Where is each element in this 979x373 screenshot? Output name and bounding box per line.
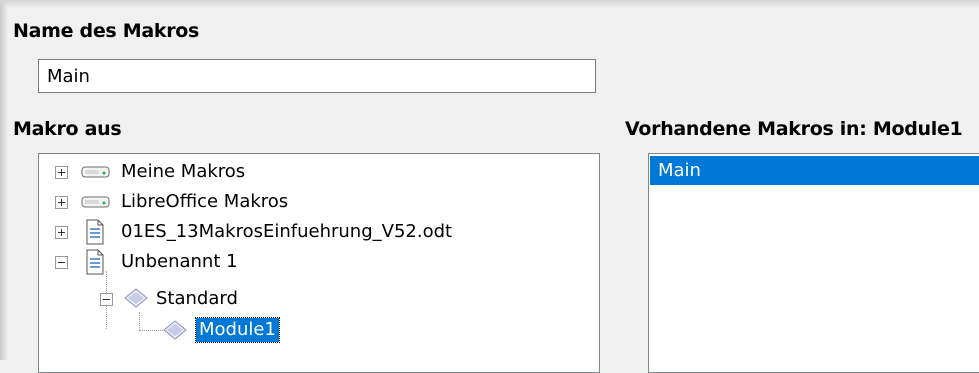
collapse-icon[interactable]	[100, 293, 113, 306]
tree-item-unbenannt-1[interactable]: Unbenannt 1	[39, 247, 599, 277]
tree-item-libreoffice-makros[interactable]: LibreOffice Makros	[39, 187, 599, 217]
tree-item-label: Standard	[156, 288, 238, 309]
window-shadow-left	[0, 0, 8, 360]
expand-icon[interactable]	[55, 226, 68, 239]
existing-macros-heading: Vorhandene Makros in: Module1	[625, 118, 963, 140]
document-icon	[85, 249, 105, 275]
drive-icon	[81, 194, 111, 210]
macro-list-item-main[interactable]: Main	[650, 156, 979, 185]
macro-name-input[interactable]	[38, 59, 596, 93]
tree-item-label: Unbenannt 1	[121, 251, 238, 272]
expand-icon[interactable]	[55, 196, 68, 209]
tree-item-label: LibreOffice Makros	[121, 191, 289, 212]
macro-library-tree[interactable]: Meine Makros LibreOffice Makros 01ES_13M…	[38, 153, 600, 373]
tree-item-label: Module1	[195, 317, 280, 343]
tree-item-meine-makros[interactable]: Meine Makros	[39, 157, 599, 187]
drive-icon	[81, 164, 111, 180]
library-icon	[123, 287, 149, 309]
collapse-icon[interactable]	[55, 256, 68, 269]
tree-item-label: Meine Makros	[121, 161, 246, 182]
macro-name-heading: Name des Makros	[13, 20, 200, 42]
tree-item-standard[interactable]: Standard	[39, 284, 599, 314]
tree-item-label: 01ES_13MakrosEinfuehrung_V52.odt	[121, 221, 453, 242]
expand-icon[interactable]	[55, 166, 68, 179]
existing-macros-list[interactable]: Main	[648, 153, 979, 373]
document-icon	[85, 219, 105, 245]
tree-item-module1[interactable]: Module1	[39, 315, 599, 345]
macro-from-heading: Makro aus	[13, 118, 122, 140]
window-shadow-top	[0, 0, 979, 8]
module-icon	[162, 319, 188, 341]
tree-item-document-odt[interactable]: 01ES_13MakrosEinfuehrung_V52.odt	[39, 217, 599, 247]
